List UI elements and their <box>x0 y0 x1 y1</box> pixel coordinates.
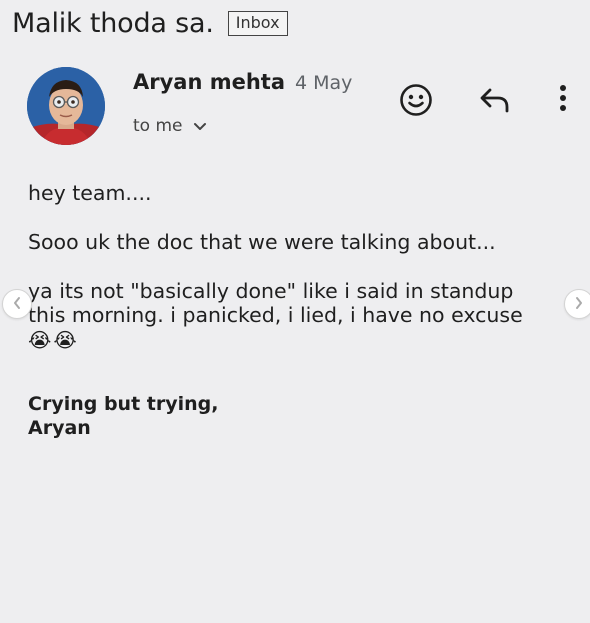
next-email-button[interactable] <box>564 289 590 319</box>
body-paragraph-2-line-1: ya its not "basically done" like i said … <box>28 279 514 303</box>
avatar-photo <box>27 67 105 145</box>
more-options-button[interactable] <box>548 80 578 120</box>
reply-button[interactable] <box>476 84 514 120</box>
chevron-left-icon <box>12 295 22 314</box>
signature-name: Aryan <box>28 417 91 439</box>
smiley-icon <box>398 82 434 122</box>
chevron-right-icon <box>574 295 584 314</box>
inbox-label-chip[interactable]: Inbox <box>227 11 288 36</box>
chevron-down-icon[interactable] <box>193 117 207 137</box>
crying-emojis: 😭😭 <box>28 328 79 352</box>
add-reaction-button[interactable] <box>396 82 436 122</box>
reply-icon <box>478 85 512 119</box>
previous-email-button[interactable] <box>2 289 32 319</box>
more-vert-icon <box>558 82 568 118</box>
sender-name[interactable]: Aryan mehta <box>133 70 285 94</box>
body-paragraph-2-line-2: this morning. i panicked, i lied, i have… <box>28 303 523 327</box>
sender-avatar[interactable] <box>27 67 105 145</box>
recipient-details-toggle[interactable]: to me <box>133 114 207 137</box>
body-greeting: hey team.... <box>28 181 152 205</box>
signature-line-1: Crying but trying, <box>28 393 219 415</box>
recipient-label: to me <box>133 115 183 136</box>
email-header: Malik thoda sa. Inbox <box>12 8 288 39</box>
email-date: 4 May <box>295 72 353 94</box>
body-paragraph-1: Sooo uk the doc that we were talking abo… <box>28 230 496 254</box>
sender-info: Aryan mehta 4 May <box>133 70 352 94</box>
email-subject: Malik thoda sa. <box>12 8 214 39</box>
